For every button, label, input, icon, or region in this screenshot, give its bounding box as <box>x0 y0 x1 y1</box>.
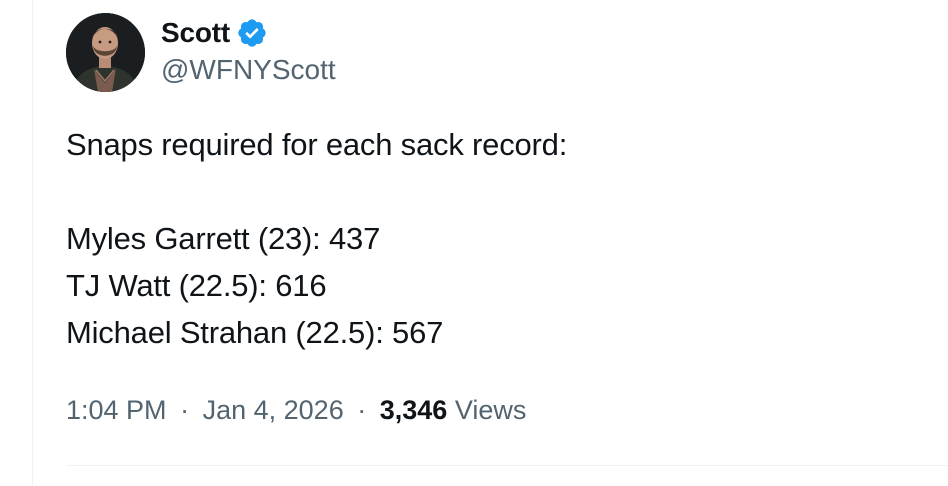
tweet-meta: 1:04 PM · Jan 4, 2026 · 3,346 Views <box>66 393 526 427</box>
tweet-date[interactable]: Jan 4, 2026 <box>203 395 344 425</box>
divider <box>66 465 948 466</box>
tweet-page: Scott @WFNYScott Snaps required for each… <box>0 0 948 486</box>
verified-badge-icon[interactable] <box>236 17 268 49</box>
avatar[interactable] <box>66 13 145 92</box>
meta-separator: · <box>357 395 367 425</box>
timeline-border <box>32 0 33 486</box>
tweet-text-line: TJ Watt (22.5): 616 <box>66 268 327 303</box>
author-display-name[interactable]: Scott <box>161 16 230 50</box>
author-name-row: Scott <box>161 16 268 50</box>
tweet-text-line: Michael Strahan (22.5): 567 <box>66 315 444 350</box>
tweet-text-line <box>66 168 926 215</box>
views-count[interactable]: 3,346 <box>380 395 448 425</box>
meta-separator: · <box>180 395 190 425</box>
tweet-time[interactable]: 1:04 PM <box>66 395 167 425</box>
tweet-text: Snaps required for each sack record: Myl… <box>66 121 926 356</box>
tweet-text-line: Myles Garrett (23): 437 <box>66 221 381 256</box>
tweet-text-line: Snaps required for each sack record: <box>66 127 568 162</box>
avatar-photo <box>66 13 145 92</box>
author-handle[interactable]: @WFNYScott <box>161 53 336 87</box>
tweet-header: Scott @WFNYScott <box>66 13 666 93</box>
views-label: Views <box>454 395 527 425</box>
